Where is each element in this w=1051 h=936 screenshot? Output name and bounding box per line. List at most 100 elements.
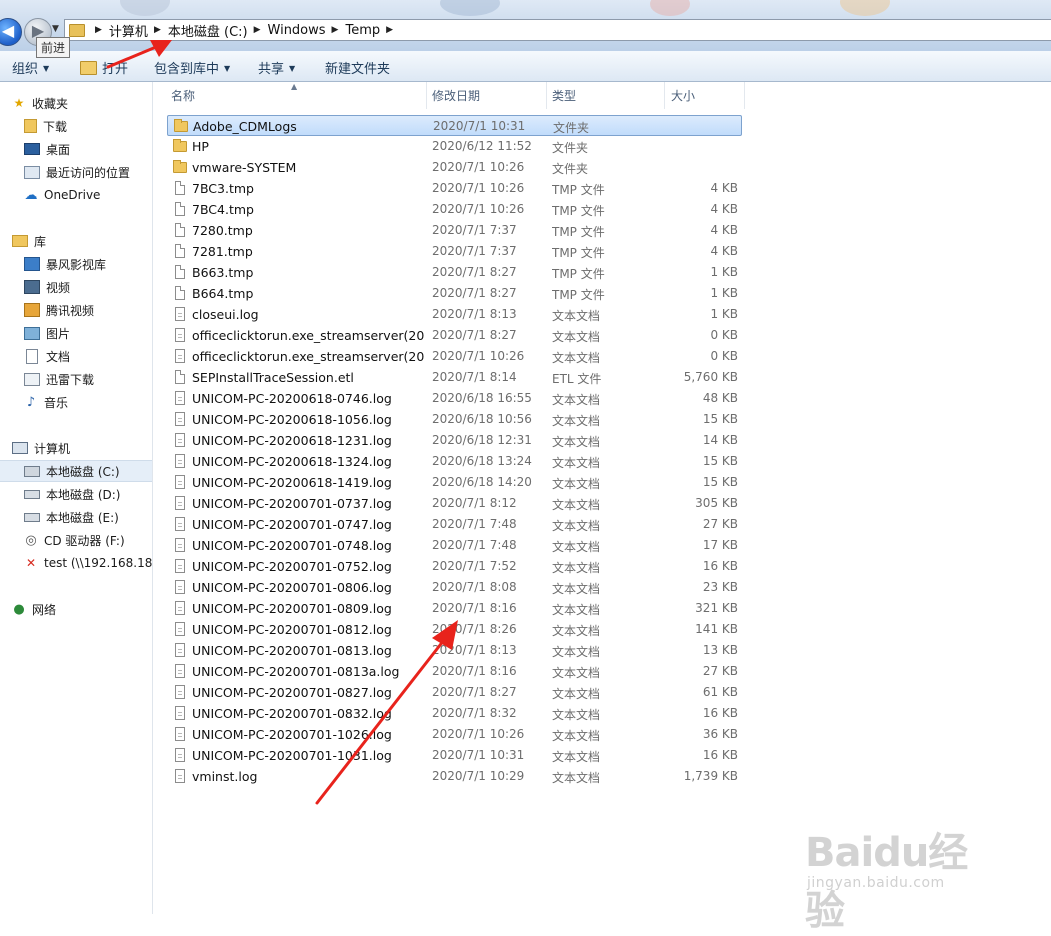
- chevron-down-icon: ▼: [224, 64, 231, 73]
- file-row[interactable]: officeclicktorun.exe_streamserver(202...…: [167, 346, 742, 367]
- nav-item-cd-drive-f[interactable]: ◎ CD 驱动器 (F:): [24, 530, 152, 550]
- column-header-type[interactable]: 类型: [547, 82, 665, 109]
- file-row[interactable]: UNICOM-PC-20200701-0812.log 2020/7/1 8:26…: [167, 619, 742, 640]
- recent-pages-dropdown[interactable]: ▼: [52, 24, 59, 34]
- file-type: 文本文档: [552, 309, 601, 323]
- chevron-right-icon[interactable]: ▶: [332, 25, 339, 35]
- column-header-size[interactable]: 大小: [665, 82, 745, 109]
- file-row[interactable]: UNICOM-PC-20200701-0748.log 2020/7/1 7:48…: [167, 535, 742, 556]
- nav-item-desktop[interactable]: 桌面: [24, 139, 152, 159]
- back-button[interactable]: ◀: [0, 18, 22, 46]
- new-folder-button[interactable]: 新建文件夹: [325, 58, 390, 77]
- file-date: 2020/7/1 8:14: [432, 370, 517, 384]
- text-document-icon: [175, 748, 185, 762]
- nav-item-tencent-video[interactable]: 腾讯视频: [24, 300, 152, 320]
- nav-item-music[interactable]: ♪ 音乐: [24, 392, 152, 412]
- file-name: UNICOM-PC-20200618-1419.log: [192, 475, 392, 490]
- nav-item-documents[interactable]: 文档: [24, 346, 152, 366]
- breadcrumb-windows[interactable]: Windows: [268, 23, 326, 38]
- desktop-bg-shape: [650, 0, 690, 16]
- file-row[interactable]: 7281.tmp 2020/7/1 7:37 TMP 文件 4 KB: [167, 241, 742, 262]
- nav-item-local-disk-d[interactable]: 本地磁盘 (D:): [24, 484, 152, 504]
- file-row[interactable]: UNICOM-PC-20200701-0832.log 2020/7/1 8:32…: [167, 703, 742, 724]
- file-date: 2020/7/1 8:27: [432, 685, 517, 699]
- nav-network[interactable]: ● 网络: [12, 599, 152, 619]
- nav-computer[interactable]: 计算机: [12, 438, 152, 458]
- nav-network-label: 网络: [32, 602, 57, 617]
- file-row[interactable]: B664.tmp 2020/7/1 8:27 TMP 文件 1 KB: [167, 283, 742, 304]
- file-name: UNICOM-PC-20200701-0827.log: [192, 685, 392, 700]
- file-row[interactable]: UNICOM-PC-20200701-0827.log 2020/7/1 8:27…: [167, 682, 742, 703]
- file-type: 文本文档: [552, 582, 601, 596]
- breadcrumb-temp[interactable]: Temp: [345, 23, 380, 38]
- file-name: closeui.log: [192, 307, 259, 322]
- nav-item-onedrive[interactable]: ☁ OneDrive: [24, 185, 152, 205]
- nav-item-label: OneDrive: [44, 188, 101, 202]
- nav-libraries[interactable]: 库: [12, 231, 152, 251]
- file-date: 2020/7/1 10:31: [433, 119, 526, 133]
- file-row[interactable]: UNICOM-PC-20200701-0747.log 2020/7/1 7:48…: [167, 514, 742, 535]
- nav-item-downloads[interactable]: 下载: [24, 116, 152, 136]
- folder-row[interactable]: HP 2020/6/12 11:52 文件夹: [167, 136, 742, 157]
- folder-row[interactable]: vmware-SYSTEM 2020/7/1 10:26 文件夹: [167, 157, 742, 178]
- nav-item-local-disk-c[interactable]: 本地磁盘 (C:): [0, 460, 152, 482]
- file-icon: [175, 202, 185, 216]
- chevron-right-icon[interactable]: ▶: [95, 25, 102, 35]
- chevron-right-icon[interactable]: ▶: [254, 25, 261, 35]
- file-size: 17 KB: [702, 538, 738, 552]
- file-row[interactable]: UNICOM-PC-20200701-0737.log 2020/7/1 8:12…: [167, 493, 742, 514]
- file-row[interactable]: UNICOM-PC-20200701-0809.log 2020/7/1 8:16…: [167, 598, 742, 619]
- file-date: 2020/7/1 7:48: [432, 517, 517, 531]
- chevron-right-icon[interactable]: ▶: [386, 25, 393, 35]
- nav-item-videos[interactable]: 视频: [24, 277, 152, 297]
- breadcrumb-local-disk-c[interactable]: 本地磁盘 (C:): [168, 21, 248, 40]
- nav-item-recent-places[interactable]: 最近访问的位置: [24, 162, 152, 182]
- text-document-icon: [175, 727, 185, 741]
- column-header-date[interactable]: 修改日期: [427, 82, 547, 109]
- text-document-icon: [175, 685, 185, 699]
- file-row[interactable]: UNICOM-PC-20200701-0813a.log 2020/7/1 8:1…: [167, 661, 742, 682]
- nav-item-label: 图片: [46, 326, 71, 341]
- breadcrumb-computer[interactable]: 计算机: [109, 21, 148, 40]
- nav-item-network-share-test[interactable]: ✕ test (\\192.168.182: [24, 553, 152, 573]
- film-icon: [24, 280, 40, 294]
- file-row[interactable]: 7BC4.tmp 2020/7/1 10:26 TMP 文件 4 KB: [167, 199, 742, 220]
- file-type: 文本文档: [552, 414, 601, 428]
- share-button[interactable]: 共享 ▼: [258, 58, 295, 77]
- nav-favorites[interactable]: ★ 收藏夹: [12, 93, 152, 113]
- file-row[interactable]: UNICOM-PC-20200701-0813.log 2020/7/1 8:13…: [167, 640, 742, 661]
- file-row[interactable]: UNICOM-PC-20200618-1324.log 2020/6/18 13:…: [167, 451, 742, 472]
- folder-row[interactable]: Adobe_CDMLogs 2020/7/1 10:31 文件夹: [167, 115, 742, 136]
- text-document-icon: [175, 580, 185, 594]
- file-row[interactable]: UNICOM-PC-20200701-0752.log 2020/7/1 7:52…: [167, 556, 742, 577]
- navigation-pane: ★ 收藏夹 下载 桌面 最近访问的位置 ☁ OneDrive 库 暴风影视库 视…: [0, 82, 153, 914]
- file-row[interactable]: UNICOM-PC-20200618-1056.log 2020/6/18 10:…: [167, 409, 742, 430]
- organize-button[interactable]: 组织 ▼: [12, 58, 49, 77]
- file-row[interactable]: UNICOM-PC-20200701-0806.log 2020/7/1 8:08…: [167, 577, 742, 598]
- open-button[interactable]: 打开: [80, 58, 128, 77]
- file-name: HP: [192, 139, 209, 154]
- nav-item-baofeng-library[interactable]: 暴风影视库: [24, 254, 152, 274]
- address-bar[interactable]: ▶ 计算机 ▶ 本地磁盘 (C:) ▶ Windows ▶ Temp ▶: [64, 19, 1051, 41]
- file-date: 2020/7/1 7:48: [432, 538, 517, 552]
- file-row[interactable]: UNICOM-PC-20200618-0746.log 2020/6/18 16:…: [167, 388, 742, 409]
- file-row[interactable]: 7280.tmp 2020/7/1 7:37 TMP 文件 4 KB: [167, 220, 742, 241]
- file-row[interactable]: officeclicktorun.exe_streamserver(202...…: [167, 325, 742, 346]
- file-row[interactable]: closeui.log 2020/7/1 8:13 文本文档 1 KB: [167, 304, 742, 325]
- file-row[interactable]: UNICOM-PC-20200618-1231.log 2020/6/18 12:…: [167, 430, 742, 451]
- file-row[interactable]: UNICOM-PC-20200701-1026.log 2020/7/1 10:2…: [167, 724, 742, 745]
- nav-item-pictures[interactable]: 图片: [24, 323, 152, 343]
- file-row[interactable]: UNICOM-PC-20200701-1031.log 2020/7/1 10:3…: [167, 745, 742, 766]
- file-row[interactable]: 7BC3.tmp 2020/7/1 10:26 TMP 文件 4 KB: [167, 178, 742, 199]
- chevron-right-icon[interactable]: ▶: [154, 25, 161, 35]
- file-row[interactable]: UNICOM-PC-20200618-1419.log 2020/6/18 14:…: [167, 472, 742, 493]
- file-row[interactable]: B663.tmp 2020/7/1 8:27 TMP 文件 1 KB: [167, 262, 742, 283]
- file-icon: [175, 265, 185, 279]
- include-in-library-button[interactable]: 包含到库中 ▼: [154, 58, 230, 77]
- file-row[interactable]: vminst.log 2020/7/1 10:29 文本文档 1,739 KB: [167, 766, 742, 787]
- file-name: UNICOM-PC-20200701-0813a.log: [192, 664, 400, 679]
- nav-item-xunlei-downloads[interactable]: 迅雷下载: [24, 369, 152, 389]
- file-row[interactable]: SEPInstallTraceSession.etl 2020/7/1 8:14 E…: [167, 367, 742, 388]
- nav-item-local-disk-e[interactable]: 本地磁盘 (E:): [24, 507, 152, 527]
- desktop-bg-shape: [440, 0, 500, 16]
